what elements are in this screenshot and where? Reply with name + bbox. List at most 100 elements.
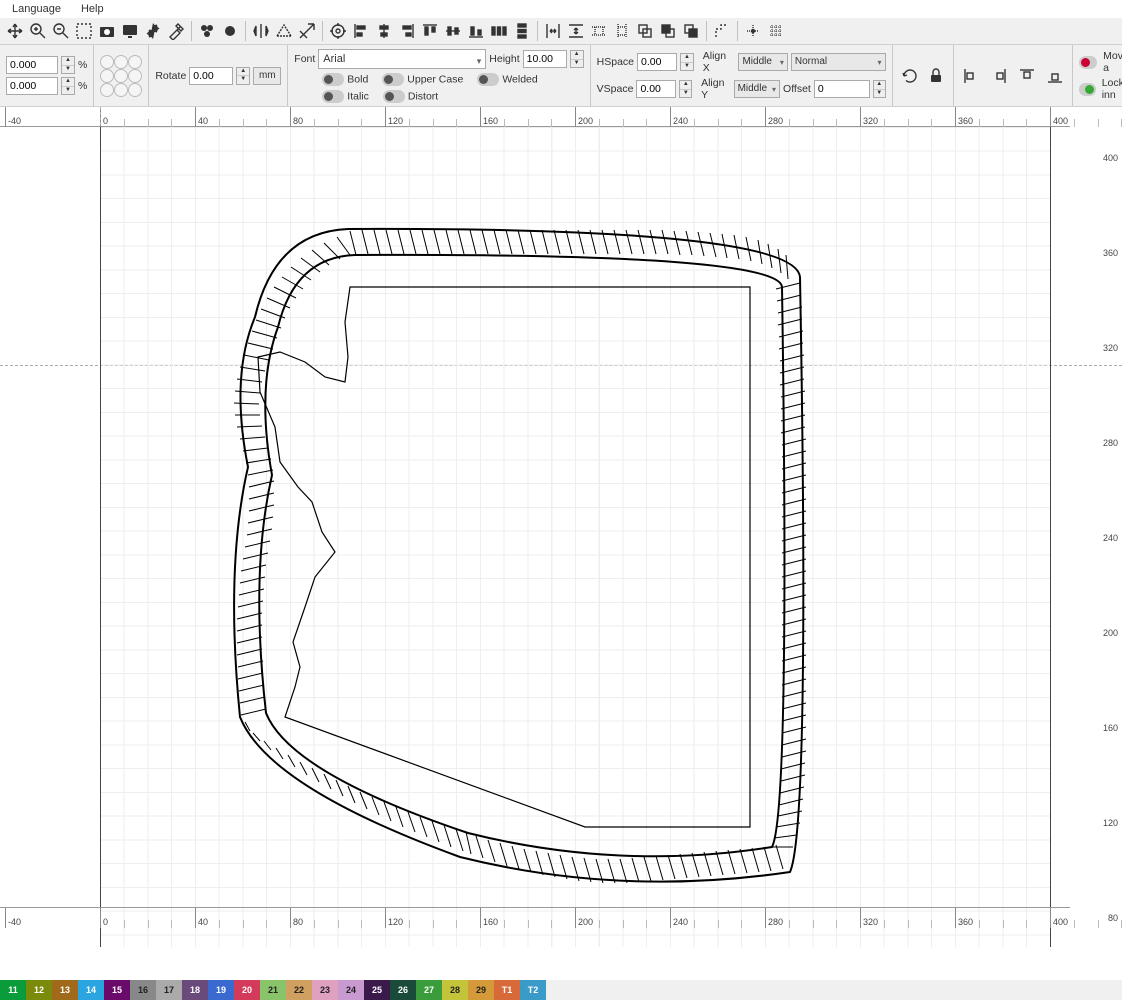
aligny-select[interactable]: Middle [734,80,780,98]
swatch-19[interactable]: 19 [208,980,234,1000]
swatch-T2[interactable]: T2 [520,980,546,1000]
zoom-in-icon[interactable] [27,20,49,42]
swatch-14[interactable]: 14 [78,980,104,1000]
percent-label: % [78,59,87,71]
tools-icon[interactable] [165,20,187,42]
color-swatch-bar: 11121314151617181920212223242526272829T1… [0,980,1122,1000]
swatch-20[interactable]: 20 [234,980,260,1000]
spacing-group: HSpace ▲▼ Align X Middle Normal VSpace ▲… [591,45,893,106]
y-input[interactable] [6,77,58,95]
height-label: Height [489,53,519,65]
gear-icon[interactable] [142,20,164,42]
bool-sub-icon[interactable] [657,20,679,42]
same-h-icon[interactable] [611,20,633,42]
move-all-toggle[interactable] [1079,56,1098,69]
unit-button[interactable]: mm [253,67,281,85]
lock-toggle[interactable] [1079,83,1096,96]
hspace-label: HSpace [597,56,634,68]
swatch-T1[interactable]: T1 [494,980,520,1000]
snap-icon[interactable] [742,20,764,42]
group-icon[interactable] [196,20,218,42]
vspace-input[interactable] [636,80,676,98]
menu-help[interactable]: Help [81,3,104,15]
swatch-23[interactable]: 23 [312,980,338,1000]
flip-v-icon[interactable] [273,20,295,42]
welded-toggle[interactable]: Welded [477,73,537,86]
properties-bar: ▲▼ % ▲▼ % Rotate ▲▼ mm Font Arial Height… [0,45,1122,107]
abut-r-icon[interactable] [988,65,1010,87]
swatch-24[interactable]: 24 [338,980,364,1000]
corner-icon[interactable] [711,20,733,42]
swatch-22[interactable]: 22 [286,980,312,1000]
bold-toggle[interactable]: Bold [322,73,368,86]
menu-language[interactable]: Language [12,3,61,15]
align-hcenter-icon[interactable] [373,20,395,42]
rotate-spinner[interactable]: ▲▼ [236,67,250,85]
flip-h-icon[interactable] [250,20,272,42]
abut-l-icon[interactable] [960,65,982,87]
rotate-input[interactable] [189,67,233,85]
swatch-13[interactable]: 13 [52,980,78,1000]
offset-spinner[interactable]: ▲▼ [873,80,886,98]
align-top-icon[interactable] [419,20,441,42]
ruler-right: 40036032028024020016012080 [1070,107,1122,947]
dist-h-icon[interactable] [488,20,510,42]
align-bottom-icon[interactable] [465,20,487,42]
bool-int-icon[interactable] [680,20,702,42]
camera-icon[interactable] [96,20,118,42]
toolbar-separator [322,21,323,41]
workspace[interactable]: -4004080120160200240280320360400 4003603… [0,107,1122,947]
distort-toggle[interactable]: Distort [383,90,438,103]
x-input[interactable] [6,56,58,74]
swatch-25[interactable]: 25 [364,980,390,1000]
grid-snap-icon[interactable] [765,20,787,42]
dist-v-icon[interactable] [511,20,533,42]
mode-select[interactable]: Normal [791,53,886,71]
x-spinner[interactable]: ▲▼ [61,56,75,74]
align-vcenter-icon[interactable] [442,20,464,42]
swatch-28[interactable]: 28 [442,980,468,1000]
swatch-29[interactable]: 29 [468,980,494,1000]
height-input[interactable] [523,50,567,68]
hspace-spinner[interactable]: ▲▼ [680,53,694,71]
zoom-selection-icon[interactable] [73,20,95,42]
same-w-icon[interactable] [588,20,610,42]
move-icon[interactable] [4,20,26,42]
height-spinner[interactable]: ▲▼ [570,50,584,68]
send-icon[interactable] [296,20,318,42]
zoom-out-icon[interactable] [50,20,72,42]
screen-icon[interactable] [119,20,141,42]
abut-b-icon[interactable] [1044,65,1066,87]
space-h-icon[interactable] [542,20,564,42]
anchor-group [94,45,149,106]
align-right-icon[interactable] [396,20,418,42]
swatch-26[interactable]: 26 [390,980,416,1000]
space-v-icon[interactable] [565,20,587,42]
vspace-spinner[interactable]: ▲▼ [679,80,692,98]
abut-t-icon[interactable] [1016,65,1038,87]
swatch-27[interactable]: 27 [416,980,442,1000]
page-right-edge [1050,127,1051,947]
anchor-grid[interactable] [100,55,142,97]
swatch-21[interactable]: 21 [260,980,286,1000]
italic-toggle[interactable]: Italic [322,90,369,103]
aligny-label: Align Y [701,77,731,101]
hspace-input[interactable] [637,53,677,71]
font-select[interactable]: Arial [318,49,486,69]
swatch-15[interactable]: 15 [104,980,130,1000]
bool-union-icon[interactable] [634,20,656,42]
refresh-icon[interactable] [899,65,921,87]
swatch-12[interactable]: 12 [26,980,52,1000]
offset-input[interactable] [814,80,870,98]
upper-toggle[interactable]: Upper Case [382,73,463,86]
lock-tool-icon[interactable] [925,65,947,87]
y-spinner[interactable]: ▲▼ [61,77,75,95]
alignx-select[interactable]: Middle [738,53,787,71]
swatch-11[interactable]: 11 [0,980,26,1000]
target-icon[interactable] [327,20,349,42]
ungroup-icon[interactable] [219,20,241,42]
align-left-icon[interactable] [350,20,372,42]
swatch-18[interactable]: 18 [182,980,208,1000]
swatch-16[interactable]: 16 [130,980,156,1000]
swatch-17[interactable]: 17 [156,980,182,1000]
